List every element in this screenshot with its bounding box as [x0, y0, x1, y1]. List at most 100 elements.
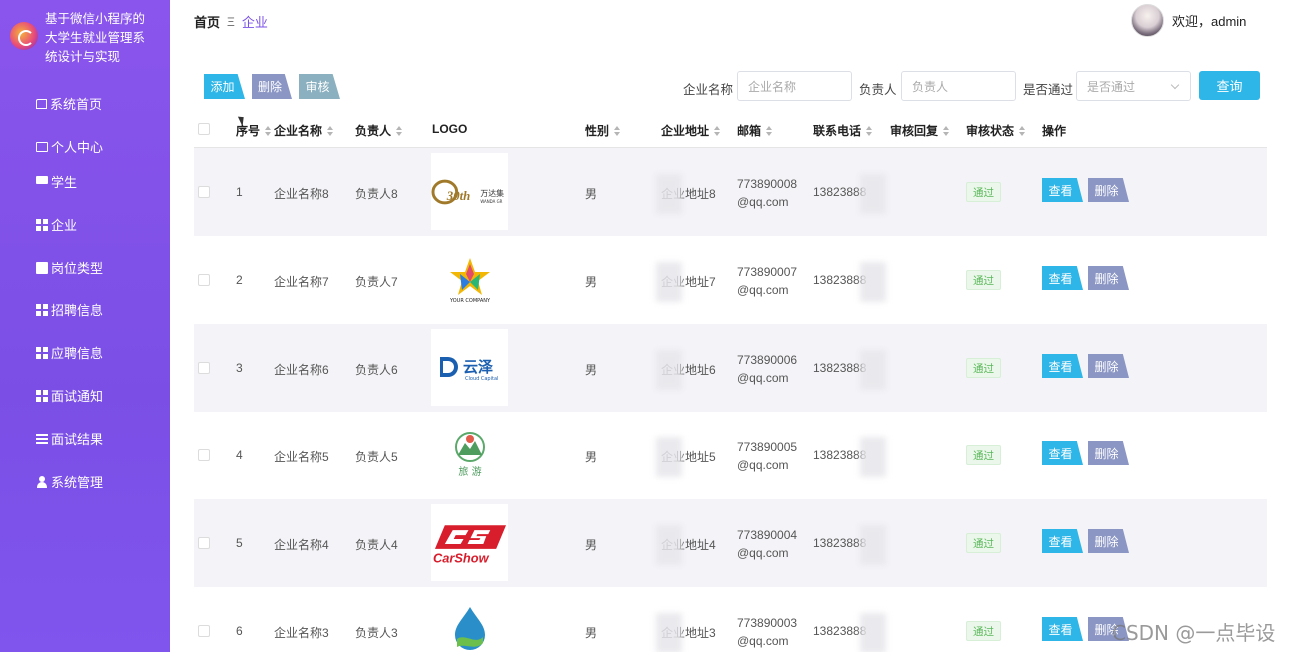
column-header[interactable]: 性别 — [585, 122, 621, 139]
company-name-label: 企业名称 — [683, 83, 734, 97]
breadcrumb-home[interactable]: 首页 — [194, 12, 220, 31]
breadcrumb: 首页 Ξ 企业 — [194, 12, 268, 31]
sidebar-item-interview-notice[interactable]: 面试通知 — [36, 386, 103, 405]
column-header: LOGO — [432, 122, 468, 136]
row-checkbox[interactable] — [198, 186, 210, 198]
privacy-blur — [860, 174, 886, 214]
sort-icon[interactable] — [943, 125, 950, 136]
sidebar-item-interview-result[interactable]: 面试结果 — [36, 429, 103, 448]
company-logo: 30th 万达集 WANDA GR — [431, 153, 508, 230]
owner-name: 负责人4 — [355, 538, 398, 552]
passed-select[interactable]: 是否通过 — [1076, 71, 1191, 101]
view-button[interactable]: 查看 — [1042, 266, 1083, 290]
sidebar-item-label: 面试结果 — [51, 432, 104, 447]
sidebar-item-student[interactable]: 学生 — [36, 172, 77, 191]
view-button[interactable]: 查看 — [1042, 529, 1083, 553]
delete-button[interactable]: 删除 — [1088, 354, 1129, 378]
row-checkbox[interactable] — [198, 362, 210, 374]
column-header[interactable]: 企业名称 — [274, 122, 334, 139]
delete-button[interactable]: 删除 — [1088, 441, 1129, 465]
row-index: 5 — [236, 536, 243, 550]
gender: 男 — [585, 450, 598, 464]
row-index: 2 — [236, 273, 243, 287]
delete-button[interactable]: 删除 — [1088, 529, 1129, 553]
sidebar-item-profile[interactable]: 个人中心 — [36, 137, 103, 156]
sidebar-item-company[interactable]: 企业 — [36, 215, 77, 234]
document-icon — [36, 261, 48, 274]
privacy-blur — [860, 350, 886, 390]
phone: 13823888 — [813, 273, 867, 287]
privacy-blur — [656, 350, 682, 390]
grid-icon — [36, 346, 48, 359]
company-logo: 云泽 Cloud Capital — [431, 329, 508, 406]
select-all-checkbox[interactable] — [198, 123, 210, 135]
row-checkbox[interactable] — [198, 274, 210, 286]
batch-delete-button[interactable]: 删除 — [252, 74, 292, 99]
email: 773890008@qq.com — [737, 177, 798, 209]
column-header[interactable]: 企业地址 — [661, 122, 721, 139]
sidebar-item-system[interactable]: 系统管理 — [36, 472, 103, 491]
phone: 13823888 — [813, 185, 867, 199]
app-logo-icon — [10, 22, 38, 50]
sidebar-item-label: 系统首页 — [50, 97, 103, 112]
row-checkbox[interactable] — [198, 625, 210, 637]
sidebar-item-home[interactable]: 系统首页 — [36, 94, 102, 113]
row-checkbox[interactable] — [198, 449, 210, 461]
svg-text:旅 游: 旅 游 — [458, 465, 481, 478]
view-button[interactable]: 查看 — [1042, 617, 1083, 641]
delete-button[interactable]: 删除 — [1088, 266, 1129, 290]
row-index: 3 — [236, 361, 243, 375]
privacy-blur — [656, 525, 682, 565]
breadcrumb-separator: Ξ — [227, 14, 235, 29]
sort-icon[interactable] — [866, 125, 873, 136]
grid-icon — [36, 218, 48, 231]
privacy-blur — [656, 437, 682, 477]
email: 773890007@qq.com — [737, 265, 798, 297]
sort-icon[interactable] — [766, 125, 773, 136]
phone: 13823888 — [813, 448, 867, 462]
column-header[interactable]: 审核回复 — [890, 122, 950, 139]
column-header[interactable]: 负责人 — [355, 122, 403, 139]
view-button[interactable]: 查看 — [1042, 354, 1083, 378]
column-header[interactable]: 审核状态 — [966, 122, 1026, 139]
audit-button[interactable]: 审核 — [299, 74, 340, 99]
add-button[interactable]: 添加 — [204, 74, 245, 99]
delete-button[interactable]: 删除 — [1088, 178, 1129, 202]
sort-icon[interactable] — [614, 125, 621, 136]
column-header[interactable]: 序号 — [236, 122, 272, 139]
view-button[interactable]: 查看 — [1042, 441, 1083, 465]
company-name: 企业名称6 — [274, 363, 329, 377]
owner-name: 负责人3 — [355, 626, 398, 640]
breadcrumb-current[interactable]: 企业 — [242, 12, 268, 31]
sidebar-item-recruit[interactable]: 招聘信息 — [36, 300, 103, 319]
sidebar-item-job-type[interactable]: 岗位类型 — [36, 258, 103, 277]
sort-icon[interactable] — [1019, 125, 1026, 136]
email: 773890004@qq.com — [737, 528, 798, 560]
sort-icon[interactable] — [396, 125, 403, 136]
company-name-input[interactable]: 企业名称 — [737, 71, 852, 101]
passed-select-placeholder: 是否通过 — [1087, 79, 1136, 94]
sidebar-item-label: 应聘信息 — [51, 346, 104, 361]
query-button[interactable]: 查询 — [1199, 71, 1260, 100]
sidebar-item-label: 岗位类型 — [51, 261, 104, 276]
row-checkbox[interactable] — [198, 537, 210, 549]
owner-label: 负责人 — [859, 83, 897, 97]
sidebar-item-label: 企业 — [51, 218, 78, 233]
column-header[interactable]: 邮箱 — [737, 122, 773, 139]
table-row: 3 企业名称6 负责人6 云泽 Cloud Capital 男企业地址6 773890006… — [194, 324, 1267, 412]
privacy-blur — [656, 613, 682, 652]
avatar[interactable] — [1131, 4, 1164, 37]
column-header[interactable]: 联系电话 — [813, 122, 873, 139]
table-row: 4 企业名称5 负责人5 旅 游男企业地址5 773890005@qq.com 13823… — [194, 411, 1267, 499]
sort-icon[interactable] — [327, 125, 334, 136]
company-name: 企业名称3 — [274, 626, 329, 640]
gender: 男 — [585, 626, 598, 640]
owner-name: 负责人6 — [355, 363, 398, 377]
sidebar-item-label: 面试通知 — [51, 389, 104, 404]
view-button[interactable]: 查看 — [1042, 178, 1083, 202]
sidebar-item-application[interactable]: 应聘信息 — [36, 343, 103, 362]
sort-icon[interactable] — [265, 125, 272, 136]
user-menu[interactable]: 欢迎，admin — [1131, 4, 1246, 37]
sort-icon[interactable] — [714, 125, 721, 136]
owner-input[interactable]: 负责人 — [901, 71, 1016, 101]
